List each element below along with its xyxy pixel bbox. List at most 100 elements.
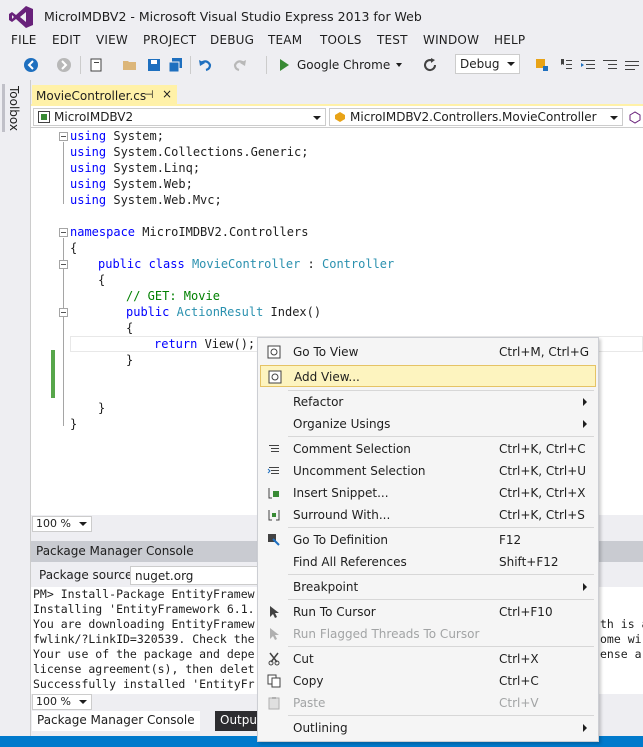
new-project-icon[interactable] xyxy=(88,57,104,73)
menu-item-run-flagged-threads[interactable]: Run Flagged Threads To Cursor xyxy=(260,623,596,645)
member-icon[interactable] xyxy=(628,110,642,124)
snippet-icon xyxy=(268,488,279,499)
collapse-icon[interactable] xyxy=(59,132,68,141)
menu-item-refactor[interactable]: Refactor xyxy=(260,391,596,413)
code-line: namespace MicroIMDBV2.Controllers xyxy=(70,225,309,239)
chevron-down-icon xyxy=(79,522,87,526)
menu-item-comment-selection[interactable]: Comment Selection Ctrl+K, Ctrl+C xyxy=(260,438,596,460)
menu-item-uncomment-selection[interactable]: Uncomment Selection Ctrl+K, Ctrl+U xyxy=(260,460,596,482)
class-icon xyxy=(335,112,345,122)
play-icon xyxy=(280,59,289,71)
menu-debug[interactable]: DEBUG xyxy=(210,33,254,47)
comment-out-icon[interactable] xyxy=(624,57,640,73)
menu-item-outlining[interactable]: Outlining xyxy=(260,717,596,739)
uncomment-icon xyxy=(267,467,279,474)
menu-tools[interactable]: TOOLS xyxy=(320,33,362,47)
menu-item-find-all-references[interactable]: Find All References Shift+F12 xyxy=(260,551,596,573)
undo-icon[interactable] xyxy=(197,57,213,73)
scissors-icon xyxy=(268,652,280,666)
menu-item-organize-usings[interactable]: Organize Usings xyxy=(260,413,596,435)
start-debugging-button[interactable]: Google Chrome xyxy=(274,55,403,75)
redo-icon[interactable] xyxy=(232,57,248,73)
refresh-icon[interactable] xyxy=(422,57,438,73)
class-dropdown[interactable]: MicroIMDBV2.Controllers.MovieController xyxy=(329,108,623,126)
package-source-label: Package source: xyxy=(39,568,137,582)
menu-item-go-to-view[interactable]: Go To View Ctrl+M, Ctrl+G xyxy=(260,341,596,363)
menu-item-paste[interactable]: Paste Ctrl+V xyxy=(260,692,596,714)
menu-item-insert-snippet[interactable]: Insert Snippet... Ctrl+K, Ctrl+X xyxy=(260,482,596,504)
editor-zoom-select[interactable]: 100 % xyxy=(32,516,92,532)
tab-moviecontroller[interactable]: MovieController.cs ⊣ × xyxy=(32,85,177,106)
chevron-right-icon xyxy=(583,724,587,732)
solution-configuration-select[interactable]: Debug xyxy=(455,54,520,74)
menu-help[interactable]: HELP xyxy=(494,33,525,47)
forward-icon[interactable] xyxy=(56,57,72,73)
menu-item-go-to-definition[interactable]: Go To Definition F12 xyxy=(260,529,596,551)
console-line-tail: ome wi xyxy=(600,632,642,646)
console-line: PM> Install-Package EntityFramew xyxy=(33,587,255,601)
change-tracking-bar xyxy=(51,350,55,398)
window-title: MicroIMDBV2 - Microsoft Visual Studio Ex… xyxy=(44,9,422,24)
toolbox-tab[interactable]: Toolbox xyxy=(7,86,21,131)
toolbar: Google Chrome xyxy=(0,52,643,78)
code-line: using System.Collections.Generic; xyxy=(70,145,309,159)
code-line: return View(); xyxy=(154,337,256,351)
menu-item-add-view[interactable]: Add View... xyxy=(260,365,596,387)
code-line: } xyxy=(70,417,78,431)
chevron-down-icon xyxy=(396,63,403,67)
view-icon xyxy=(267,345,281,359)
view-icon xyxy=(268,370,282,384)
menu-view[interactable]: VIEW xyxy=(96,33,128,47)
menu-item-surround-with[interactable]: Surround With... Ctrl+K, Ctrl+S xyxy=(260,504,596,526)
pin-icon[interactable]: ⊣ xyxy=(144,88,154,101)
chevron-right-icon xyxy=(583,583,587,591)
menu-project[interactable]: PROJECT xyxy=(143,33,196,47)
cursor-icon xyxy=(270,628,279,640)
menu-item-breakpoint[interactable]: Breakpoint xyxy=(260,576,596,598)
code-line: public class MovieController : Controlle… xyxy=(98,257,395,271)
find-icon[interactable] xyxy=(534,57,550,73)
menu-window[interactable]: WINDOW xyxy=(423,33,479,47)
code-line: { xyxy=(70,241,78,255)
collapse-icon[interactable] xyxy=(59,260,68,269)
menu-test[interactable]: TEST xyxy=(377,33,408,47)
console-line: Installing 'EntityFramework 6.1. xyxy=(33,602,255,616)
toolbox-panel: Toolbox xyxy=(0,80,31,747)
open-folder-icon[interactable] xyxy=(122,57,138,73)
collapse-icon[interactable] xyxy=(59,228,68,237)
comment-icon xyxy=(269,445,279,452)
menu-file[interactable]: FILE xyxy=(11,33,37,47)
project-dropdown[interactable]: MicroIMDBV2 xyxy=(33,108,326,126)
menu-item-copy[interactable]: Copy Ctrl+C xyxy=(260,670,596,692)
save-icon[interactable] xyxy=(146,57,162,73)
console-zoom-select[interactable]: 100 % xyxy=(32,694,92,710)
console-line: Successfully installed 'EntityFr xyxy=(33,677,255,691)
chevron-down-icon xyxy=(610,116,618,120)
outdent-icon[interactable] xyxy=(602,57,618,73)
back-icon[interactable] xyxy=(23,57,39,73)
goto-definition-icon xyxy=(268,534,280,546)
tab-package-manager-console[interactable]: Package Manager Console xyxy=(32,711,200,731)
save-all-icon[interactable] xyxy=(168,57,184,73)
console-line-tail: th is a xyxy=(600,617,643,631)
console-line: license agreement(s), then delet xyxy=(33,662,255,676)
menu-item-run-to-cursor[interactable]: Run To Cursor Ctrl+F10 xyxy=(260,601,596,623)
menu-edit[interactable]: EDIT xyxy=(52,33,81,47)
tab-label: MovieController.cs xyxy=(36,88,147,103)
menu-team[interactable]: TEAM xyxy=(268,33,302,47)
surround-icon xyxy=(268,510,280,521)
console-line: fwlink/?LinkID=320539. Check the xyxy=(33,632,255,646)
chevron-down-icon xyxy=(313,116,321,120)
bookmark-icon[interactable] xyxy=(558,57,574,73)
code-line: public ActionResult Index() xyxy=(126,305,322,319)
collapse-icon[interactable] xyxy=(59,308,68,317)
code-line: // GET: Movie xyxy=(126,289,220,303)
menu-item-cut[interactable]: Cut Ctrl+X xyxy=(260,648,596,670)
visual-studio-logo-icon xyxy=(9,6,33,28)
close-icon[interactable]: × xyxy=(162,87,172,101)
code-line: using System; xyxy=(70,129,164,143)
context-menu: Go To View Ctrl+M, Ctrl+G Add View... Re… xyxy=(257,337,599,742)
indent-icon[interactable] xyxy=(580,57,596,73)
chevron-right-icon xyxy=(583,420,587,428)
title-bar: MicroIMDBV2 - Microsoft Visual Studio Ex… xyxy=(0,0,643,34)
